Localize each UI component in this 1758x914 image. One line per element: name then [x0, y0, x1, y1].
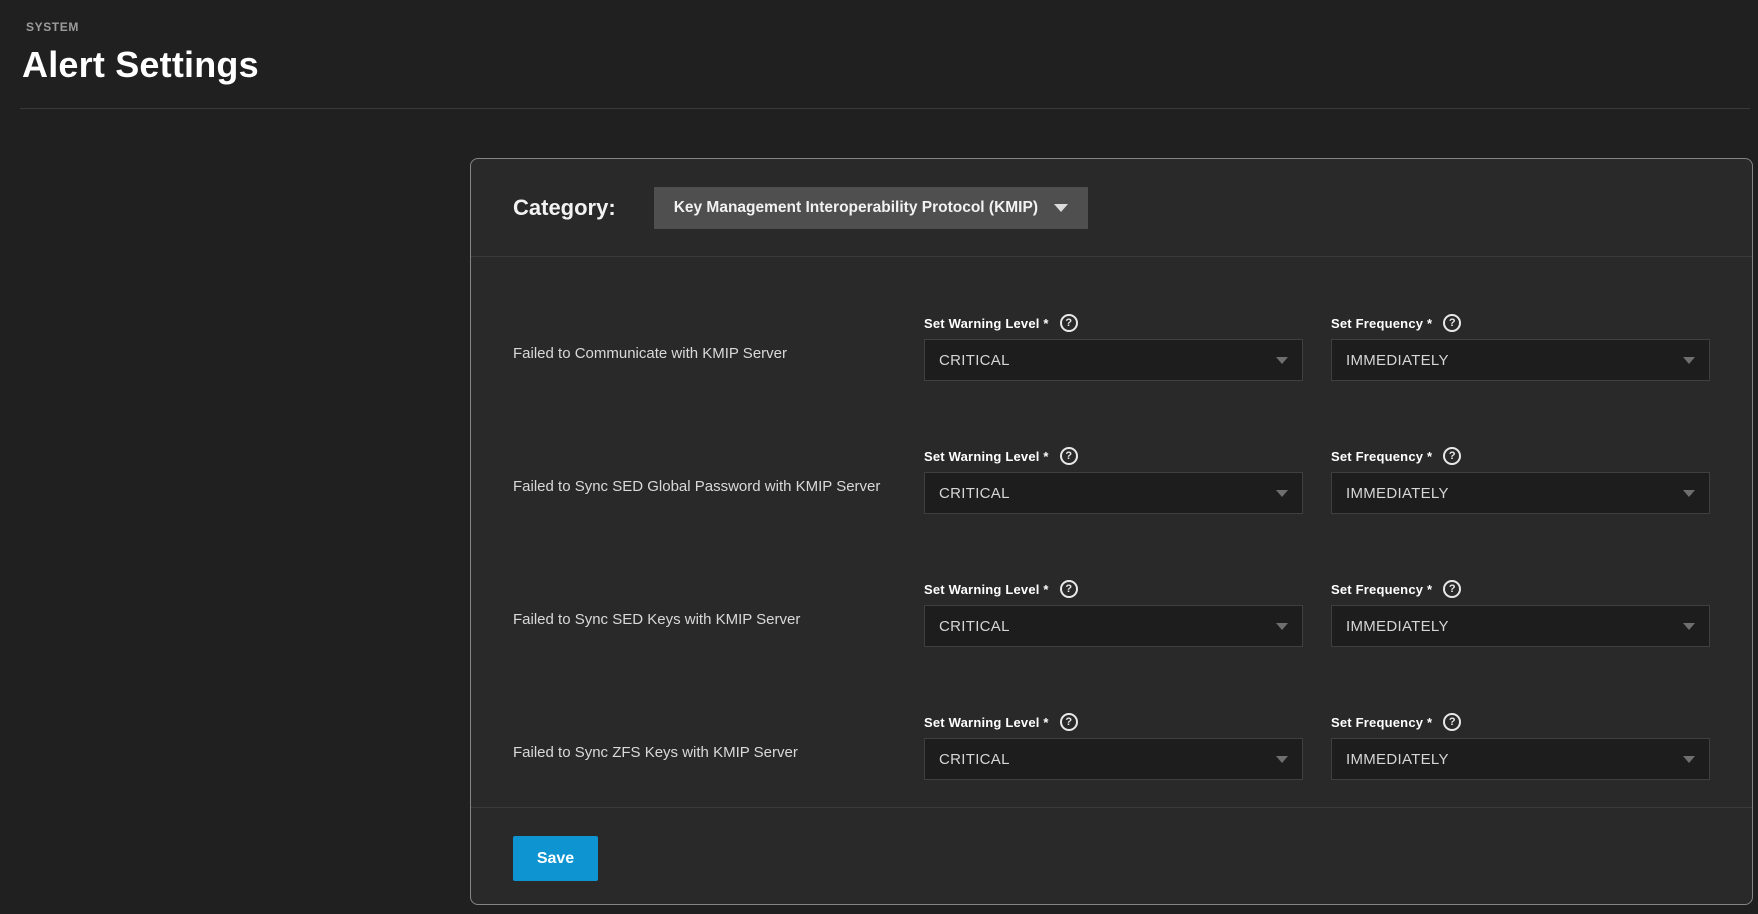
alert-name: Failed to Sync SED Keys with KMIP Server [513, 579, 896, 647]
alert-name: Failed to Communicate with KMIP Server [513, 313, 896, 381]
warning-level-select[interactable]: CRITICAL [924, 472, 1303, 514]
chevron-down-icon [1276, 357, 1288, 364]
warning-level-select[interactable]: CRITICAL [924, 339, 1303, 381]
warning-level-label: Set Warning Level * [924, 715, 1049, 730]
save-section: Save [471, 808, 1752, 905]
frequency-value: IMMEDIATELY [1346, 485, 1449, 502]
frequency-field: Set Frequency * ? IMMEDIATELY [1331, 313, 1710, 381]
category-dropdown[interactable]: Key Management Interoperability Protocol… [654, 187, 1088, 229]
chevron-down-icon [1683, 357, 1695, 364]
category-selected-value: Key Management Interoperability Protocol… [674, 199, 1038, 217]
frequency-label: Set Frequency * [1331, 449, 1432, 464]
warning-level-value: CRITICAL [939, 485, 1010, 502]
alert-settings-card: Category: Key Management Interoperabilit… [470, 158, 1753, 905]
frequency-select[interactable]: IMMEDIATELY [1331, 339, 1710, 381]
frequency-value: IMMEDIATELY [1346, 352, 1449, 369]
header-divider [20, 108, 1750, 109]
table-row: Failed to Sync SED Global Password with … [513, 446, 1708, 514]
alert-rows: Failed to Communicate with KMIP Server S… [471, 257, 1752, 780]
help-icon[interactable]: ? [1060, 447, 1078, 465]
help-icon[interactable]: ? [1060, 314, 1078, 332]
field-label-line: Set Warning Level * ? [924, 712, 1303, 732]
field-label-line: Set Warning Level * ? [924, 446, 1303, 466]
chevron-down-icon [1683, 490, 1695, 497]
frequency-field: Set Frequency * ? IMMEDIATELY [1331, 579, 1710, 647]
alert-name: Failed to Sync SED Global Password with … [513, 446, 896, 514]
table-row: Failed to Sync ZFS Keys with KMIP Server… [513, 712, 1708, 780]
help-icon[interactable]: ? [1443, 447, 1461, 465]
frequency-value: IMMEDIATELY [1346, 751, 1449, 768]
category-label: Category: [513, 195, 616, 221]
chevron-down-icon [1276, 623, 1288, 630]
save-button[interactable]: Save [513, 836, 598, 881]
chevron-down-icon [1683, 756, 1695, 763]
field-label-line: Set Frequency * ? [1331, 579, 1710, 599]
warning-level-select[interactable]: CRITICAL [924, 605, 1303, 647]
help-icon[interactable]: ? [1060, 713, 1078, 731]
help-icon[interactable]: ? [1443, 314, 1461, 332]
table-row: Failed to Communicate with KMIP Server S… [513, 313, 1708, 381]
chevron-down-icon [1276, 490, 1288, 497]
field-label-line: Set Frequency * ? [1331, 712, 1710, 732]
field-label-line: Set Warning Level * ? [924, 579, 1303, 599]
warning-level-value: CRITICAL [939, 352, 1010, 369]
alert-name: Failed to Sync ZFS Keys with KMIP Server [513, 712, 896, 780]
frequency-field: Set Frequency * ? IMMEDIATELY [1331, 446, 1710, 514]
frequency-select[interactable]: IMMEDIATELY [1331, 472, 1710, 514]
warning-level-field: Set Warning Level * ? CRITICAL [924, 579, 1303, 647]
help-icon[interactable]: ? [1060, 580, 1078, 598]
chevron-down-icon [1276, 756, 1288, 763]
page-title: Alert Settings [22, 44, 1758, 86]
chevron-down-icon [1683, 623, 1695, 630]
frequency-value: IMMEDIATELY [1346, 618, 1449, 635]
page-header: SYSTEM Alert Settings [0, 0, 1758, 86]
breadcrumb: SYSTEM [26, 20, 1758, 34]
field-label-line: Set Warning Level * ? [924, 313, 1303, 333]
frequency-field: Set Frequency * ? IMMEDIATELY [1331, 712, 1710, 780]
frequency-label: Set Frequency * [1331, 582, 1432, 597]
warning-level-field: Set Warning Level * ? CRITICAL [924, 712, 1303, 780]
warning-level-value: CRITICAL [939, 751, 1010, 768]
warning-level-field: Set Warning Level * ? CRITICAL [924, 446, 1303, 514]
table-row: Failed to Sync SED Keys with KMIP Server… [513, 579, 1708, 647]
warning-level-select[interactable]: CRITICAL [924, 738, 1303, 780]
help-icon[interactable]: ? [1443, 713, 1461, 731]
warning-level-field: Set Warning Level * ? CRITICAL [924, 313, 1303, 381]
field-label-line: Set Frequency * ? [1331, 446, 1710, 466]
frequency-select[interactable]: IMMEDIATELY [1331, 605, 1710, 647]
warning-level-label: Set Warning Level * [924, 449, 1049, 464]
field-label-line: Set Frequency * ? [1331, 313, 1710, 333]
category-row: Category: Key Management Interoperabilit… [471, 159, 1752, 256]
frequency-label: Set Frequency * [1331, 715, 1432, 730]
help-icon[interactable]: ? [1443, 580, 1461, 598]
chevron-down-icon [1054, 204, 1068, 212]
warning-level-label: Set Warning Level * [924, 316, 1049, 331]
frequency-select[interactable]: IMMEDIATELY [1331, 738, 1710, 780]
frequency-label: Set Frequency * [1331, 316, 1432, 331]
warning-level-value: CRITICAL [939, 618, 1010, 635]
warning-level-label: Set Warning Level * [924, 582, 1049, 597]
